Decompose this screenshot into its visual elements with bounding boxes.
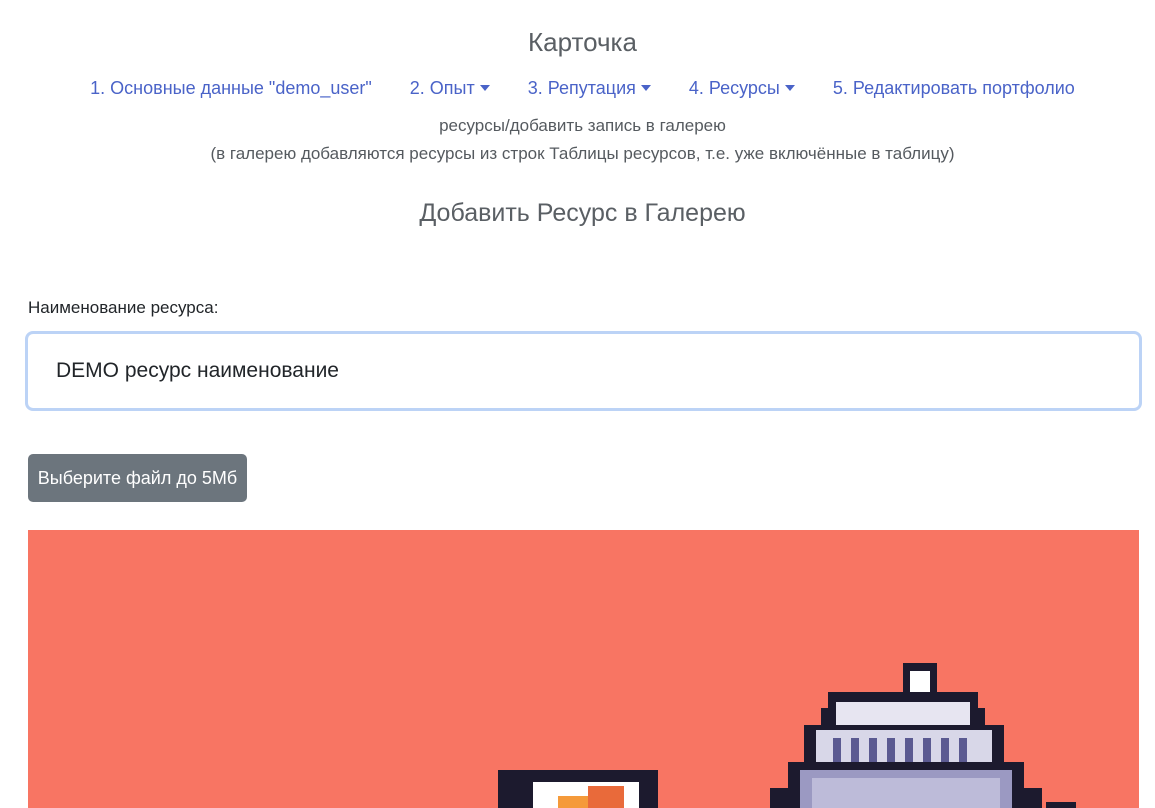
nav-item-resources[interactable]: 4. Ресурсы	[689, 78, 795, 99]
resource-name-label: Наименование ресурса:	[28, 298, 219, 317]
section-nav: 1. Основные данные "demo_user" 2. Опыт 3…	[0, 78, 1155, 99]
caret-down-icon	[784, 85, 795, 91]
nav-item-basic-data[interactable]: 1. Основные данные "demo_user"	[90, 78, 372, 99]
resource-name-input[interactable]	[25, 331, 1142, 411]
page-title: Карточка	[528, 27, 637, 57]
nav-item-label: 4. Ресурсы	[688, 78, 780, 98]
nav-item-label: 2. Опыт	[409, 78, 475, 98]
nav-item-reputation[interactable]: 3. Репутация	[528, 78, 651, 99]
cake-illustration	[770, 663, 1076, 808]
nav-item-edit-portfolio[interactable]: 5. Редактировать портфолио	[833, 78, 1075, 99]
form-heading: Добавить Ресурс в Галерею	[419, 199, 746, 227]
pixel-art-illustration	[498, 663, 1076, 808]
nav-item-label: 1. Основные данные "demo_user"	[90, 78, 372, 98]
gallery-hint: (в галерею добавляются ресурсы из строк …	[210, 144, 955, 163]
image-preview	[28, 530, 1139, 808]
nav-item-label: 5. Редактировать портфолио	[832, 78, 1075, 98]
choose-file-button[interactable]: Выберите файл до 5Мб	[28, 454, 247, 502]
caret-down-icon	[640, 85, 651, 91]
breadcrumb: ресурсы/добавить запись в галерею	[439, 116, 726, 135]
nav-item-label: 3. Репутация	[527, 78, 636, 98]
caret-down-icon	[479, 85, 490, 91]
nav-item-experience[interactable]: 2. Опыт	[410, 78, 490, 99]
cup-illustration	[498, 770, 658, 808]
